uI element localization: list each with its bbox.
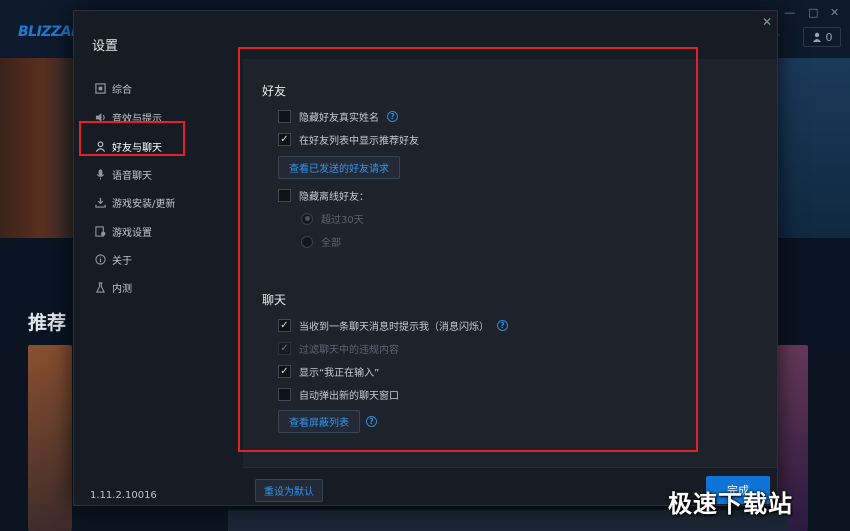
- general-icon: [94, 82, 106, 94]
- sidebar-item-about[interactable]: 关于: [94, 248, 132, 270]
- close-icon[interactable]: ✕: [762, 15, 772, 29]
- auto-popup-label: 自动弹出新的聊天窗口: [299, 391, 399, 402]
- help-icon[interactable]: ?: [387, 111, 398, 122]
- download-icon: [94, 196, 106, 208]
- hide-offline-checkbox[interactable]: [278, 189, 291, 202]
- sidebar-item-label: 音效与提示: [112, 113, 162, 125]
- help-icon[interactable]: ?: [366, 416, 377, 427]
- window-close-icon[interactable]: ✕: [830, 6, 839, 19]
- dialog-title: 设置: [92, 39, 119, 54]
- show-recommended-option[interactable]: ✓ 在好友列表中显示推荐好友: [278, 132, 419, 147]
- dialog-header: 设置 ✕: [74, 11, 777, 59]
- sidebar-item-label: 游戏设置: [112, 227, 152, 239]
- settings-content: 好友 隐藏好友真实姓名 ? ✓ 在好友列表中显示推荐好友 查看已发送的好友请求 …: [243, 59, 777, 467]
- view-blocked-list-button[interactable]: 查看屏蔽列表: [278, 410, 360, 433]
- offline-30-days-label: 超过30天: [321, 215, 364, 226]
- site-watermark: 极速下载站: [668, 490, 793, 518]
- settings-sidebar: 综合 音效与提示 好友与聊天 语音聊天 游戏安装/更新 游戏设置 关于 内测: [74, 59, 242, 505]
- sidebar-item-label: 综合: [112, 84, 132, 96]
- offline-30-days-option[interactable]: 超过30天: [301, 211, 364, 226]
- sidebar-item-voice[interactable]: 语音聊天: [94, 163, 152, 185]
- hide-offline-option[interactable]: 隐藏离线好友：: [278, 188, 369, 203]
- show-recommended-checkbox[interactable]: ✓: [278, 133, 291, 146]
- offline-30-days-radio[interactable]: [301, 212, 313, 225]
- sidebar-item-friends-chat[interactable]: 好友与聊天: [94, 135, 162, 157]
- maximize-icon[interactable]: □: [808, 6, 818, 19]
- notify-new-message-option[interactable]: ✓ 当收到一条聊天消息时提示我（消息闪烁） ?: [278, 318, 508, 333]
- sidebar-item-beta[interactable]: 内测: [94, 276, 132, 298]
- view-sent-requests-button[interactable]: 查看已发送的好友请求: [278, 156, 400, 179]
- blocked-list-row: 查看屏蔽列表 ?: [278, 410, 377, 433]
- auto-popup-checkbox[interactable]: [278, 388, 291, 401]
- show-typing-checkbox[interactable]: ✓: [278, 365, 291, 378]
- flask-icon: [94, 281, 106, 293]
- game-settings-icon: [94, 225, 106, 237]
- friends-icon: [94, 140, 106, 152]
- game-card[interactable]: [28, 345, 72, 531]
- auto-popup-option[interactable]: 自动弹出新的聊天窗口: [278, 387, 399, 402]
- notify-new-message-checkbox[interactable]: ✓: [278, 319, 291, 332]
- show-recommended-label: 在好友列表中显示推荐好友: [299, 136, 419, 147]
- version-label: 1.11.2.10016: [90, 490, 157, 501]
- offline-all-radio[interactable]: [301, 235, 313, 248]
- show-typing-label: 显示“我正在输入”: [299, 368, 380, 379]
- filter-profanity-option: ✓ 过滤聊天中的违规内容: [278, 341, 399, 356]
- sidebar-item-game-settings[interactable]: 游戏设置: [94, 220, 152, 242]
- sidebar-item-label: 语音聊天: [112, 170, 152, 182]
- settings-dialog: 设置 ✕ 综合 音效与提示 好友与聊天 语音聊天 游戏安装/更新 游戏设置 关于…: [73, 10, 778, 506]
- offline-all-label: 全部: [321, 238, 341, 249]
- hide-real-name-option[interactable]: 隐藏好友真实姓名 ?: [278, 109, 398, 124]
- friends-icon: [812, 32, 821, 42]
- show-typing-option[interactable]: ✓ 显示“我正在输入”: [278, 364, 379, 379]
- hide-real-name-checkbox[interactable]: [278, 110, 291, 123]
- friends-button[interactable]: 0: [803, 27, 841, 47]
- hide-offline-label: 隐藏离线好友：: [299, 192, 369, 203]
- sidebar-item-general[interactable]: 综合: [94, 77, 132, 99]
- reset-defaults-button[interactable]: 重设为默认: [255, 479, 323, 502]
- hide-real-name-label: 隐藏好友真实姓名: [299, 113, 379, 124]
- sidebar-item-sound[interactable]: 音效与提示: [94, 106, 162, 128]
- minimize-icon[interactable]: —: [784, 6, 795, 19]
- sidebar-item-label: 好友与聊天: [112, 142, 162, 154]
- friends-count: 0: [825, 30, 833, 44]
- help-icon[interactable]: ?: [497, 320, 508, 331]
- notify-new-message-label: 当收到一条聊天消息时提示我（消息闪烁）: [299, 322, 489, 333]
- sound-icon: [94, 111, 106, 123]
- filter-profanity-label: 过滤聊天中的违规内容: [299, 345, 399, 356]
- sidebar-item-label: 关于: [112, 255, 132, 267]
- recommended-title: 推荐: [28, 312, 67, 334]
- microphone-icon: [94, 168, 106, 180]
- offline-all-option[interactable]: 全部: [301, 234, 341, 249]
- sidebar-item-label: 游戏安装/更新: [112, 198, 176, 210]
- sidebar-item-label: 内测: [112, 283, 132, 295]
- hero-banner-right: [776, 58, 850, 238]
- info-icon: [94, 253, 106, 265]
- filter-profanity-checkbox: ✓: [278, 342, 291, 355]
- chat-section-title: 聊天: [262, 293, 287, 307]
- friends-section-title: 好友: [262, 84, 287, 98]
- sidebar-item-install-update[interactable]: 游戏安装/更新: [94, 191, 175, 213]
